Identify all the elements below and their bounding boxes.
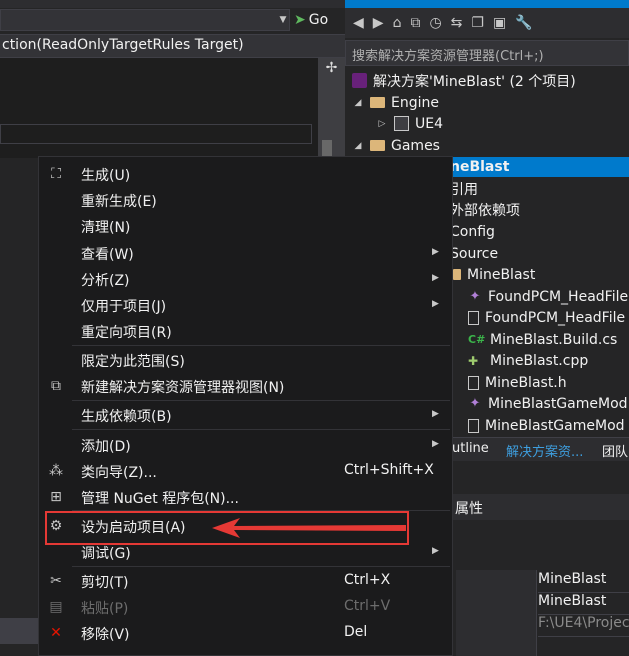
paste-icon: ▤ [49, 599, 63, 615]
collapse-icon[interactable]: ❐ [471, 15, 484, 31]
tree-item-engine[interactable]: ◢ Engine [352, 92, 439, 113]
menu-separator [72, 345, 450, 346]
menu-item-view[interactable]: 查看(W) ▶ [39, 241, 452, 265]
chevron-down-icon[interactable]: ▼ [276, 9, 290, 31]
go-button[interactable]: ➤ Go [294, 9, 342, 31]
back-icon[interactable]: ◀ [353, 15, 364, 31]
menu-item-class-wizard[interactable]: ⁂ 类向导(Z)... Ctrl+Shift+X [39, 459, 452, 483]
menu-separator [72, 429, 450, 430]
file-icon [468, 310, 479, 325]
expanded-triangle-icon[interactable]: ◢ [352, 98, 364, 108]
split-editor-icon[interactable]: ✢ [318, 60, 345, 78]
submenu-arrow-icon: ▶ [432, 546, 439, 556]
tree-item-external-deps[interactable]: 外部依赖项 [450, 199, 520, 220]
editor-top-strip [0, 0, 345, 8]
tree-item-file[interactable]: C# MineBlast.Build.cs [468, 329, 617, 350]
tree-item-source[interactable]: Source [450, 243, 498, 264]
tree-item-mineblast-folder[interactable]: MineBlast [453, 264, 535, 285]
history-icon[interactable]: ◷ [429, 15, 441, 31]
class-wizard-icon: ⁂ [49, 463, 63, 479]
home-icon[interactable]: ⌂ [393, 15, 402, 31]
properties-wrench-icon[interactable]: 🔧 [515, 15, 532, 31]
tab-outline[interactable]: utline [452, 441, 489, 456]
build-icon: ⛶ [51, 166, 61, 182]
folder-icon [370, 97, 385, 108]
cpp-icon: ✚ [468, 353, 479, 368]
menu-item-build[interactable]: ⛶ 生成(U) [39, 162, 452, 186]
properties-title: 属性 [455, 501, 483, 517]
expanded-triangle-icon[interactable]: ◢ [352, 141, 364, 151]
menu-item-paste[interactable]: ▤ 粘贴(P) Ctrl+V [39, 595, 452, 619]
file-icon [468, 375, 479, 390]
vs-solution-icon [352, 73, 367, 88]
menu-item-retarget[interactable]: 重定向项目(R) [39, 319, 452, 343]
menu-item-analyze[interactable]: 分析(Z) ▶ [39, 267, 452, 291]
property-value[interactable]: MineBlast [538, 571, 629, 593]
property-value[interactable]: F:\UE4\Projec [538, 615, 629, 637]
submenu-arrow-icon: ▶ [432, 439, 439, 449]
tree-item-mineblast-project[interactable]: neBlast [450, 156, 509, 177]
tree-item-file[interactable]: ✦ FoundPCM_HeadFile [468, 286, 629, 307]
csharp-icon: C# [468, 333, 486, 346]
collapsed-triangle-icon[interactable]: ▷ [376, 119, 388, 129]
menu-item-build-dependencies[interactable]: 生成依赖项(B) ▶ [39, 403, 452, 427]
remove-x-icon: ✕ [50, 625, 62, 641]
tab-team[interactable]: 团队 [602, 441, 628, 460]
submenu-arrow-icon: ▶ [432, 409, 439, 419]
tree-item-file[interactable]: ✚ MineBlast.cpp [468, 350, 588, 371]
tab-solution-explorer[interactable]: 解决方案资... [506, 441, 583, 460]
menu-separator [72, 566, 450, 567]
show-all-icon[interactable]: ▣ [493, 15, 506, 31]
menu-item-cut[interactable]: ✂ 剪切(T) Ctrl+X [39, 569, 452, 593]
solution-explorer-toolbar: ◀ ▶ ⌂ ⧉ ◷ ⇆ ❐ ▣ 🔧 [345, 8, 629, 38]
folder-icon [453, 269, 461, 280]
new-view-icon: ⧉ [51, 378, 61, 394]
nuget-icon: ⊞ [50, 489, 62, 505]
file-icon [468, 418, 479, 433]
navigation-combo[interactable] [0, 9, 290, 31]
pin-icon: ✦ [469, 396, 481, 411]
tree-item-config[interactable]: Config [450, 221, 495, 242]
editor-find-input[interactable] [0, 124, 312, 144]
go-arrow-icon: ➤ [294, 12, 306, 28]
tree-item-solution[interactable]: 解决方案'MineBlast' (2 个项目) [352, 70, 576, 91]
menu-item-clean[interactable]: 清理(N) [39, 214, 452, 238]
menu-item-rebuild[interactable]: 重新生成(E) [39, 188, 452, 212]
submenu-arrow-icon: ▶ [432, 247, 439, 257]
pin-icon: ✦ [469, 289, 481, 304]
menu-item-manage-nuget[interactable]: ⊞ 管理 NuGet 程序包(N)... [39, 485, 452, 509]
signature-text: ction(ReadOnlyTargetRules Target) [2, 37, 244, 53]
tree-item-file[interactable]: ✦ MineBlastGameMod [468, 393, 628, 414]
tree-item-file[interactable]: MineBlastGameMod [468, 415, 625, 436]
menu-item-add[interactable]: 添加(D) ▶ [39, 433, 452, 457]
bottom-tab[interactable] [0, 618, 40, 644]
solution-search-placeholder: 搜索解决方案资源管理器(Ctrl+;) [352, 49, 544, 64]
tree-item-references[interactable]: 引用 [450, 178, 478, 199]
folder-icon [370, 140, 385, 151]
sync-icon[interactable]: ⧉ [410, 15, 420, 31]
tree-item-ue4[interactable]: ▷ UE4 [376, 113, 443, 134]
menu-item-new-explorer-view[interactable]: ⧉ 新建解决方案资源管理器视图(N) [39, 374, 452, 398]
annotation-arrow [212, 518, 406, 538]
forward-icon[interactable]: ▶ [373, 15, 384, 31]
solution-explorer-titlebar [345, 0, 629, 8]
tree-item-games[interactable]: ◢ Games [352, 135, 440, 156]
sync-switch-icon[interactable]: ⇆ [451, 15, 463, 31]
property-value[interactable]: MineBlast [538, 593, 629, 615]
submenu-arrow-icon: ▶ [432, 273, 439, 283]
tree-item-file[interactable]: MineBlast.h [468, 372, 567, 393]
go-label: Go [308, 12, 329, 28]
submenu-arrow-icon: ▶ [432, 299, 439, 309]
properties-divider[interactable] [536, 570, 537, 656]
menu-item-scope-to-this[interactable]: 限定为此范围(S) [39, 348, 452, 372]
menu-item-project-only[interactable]: 仅用于项目(J) ▶ [39, 293, 452, 317]
ue4-project-icon [394, 116, 409, 131]
menu-separator [72, 400, 450, 401]
scissors-icon: ✂ [50, 573, 62, 589]
menu-item-remove[interactable]: ✕ 移除(V) Del [39, 621, 452, 645]
properties-name-column [456, 570, 536, 656]
tree-item-file[interactable]: FoundPCM_HeadFile [468, 307, 625, 328]
